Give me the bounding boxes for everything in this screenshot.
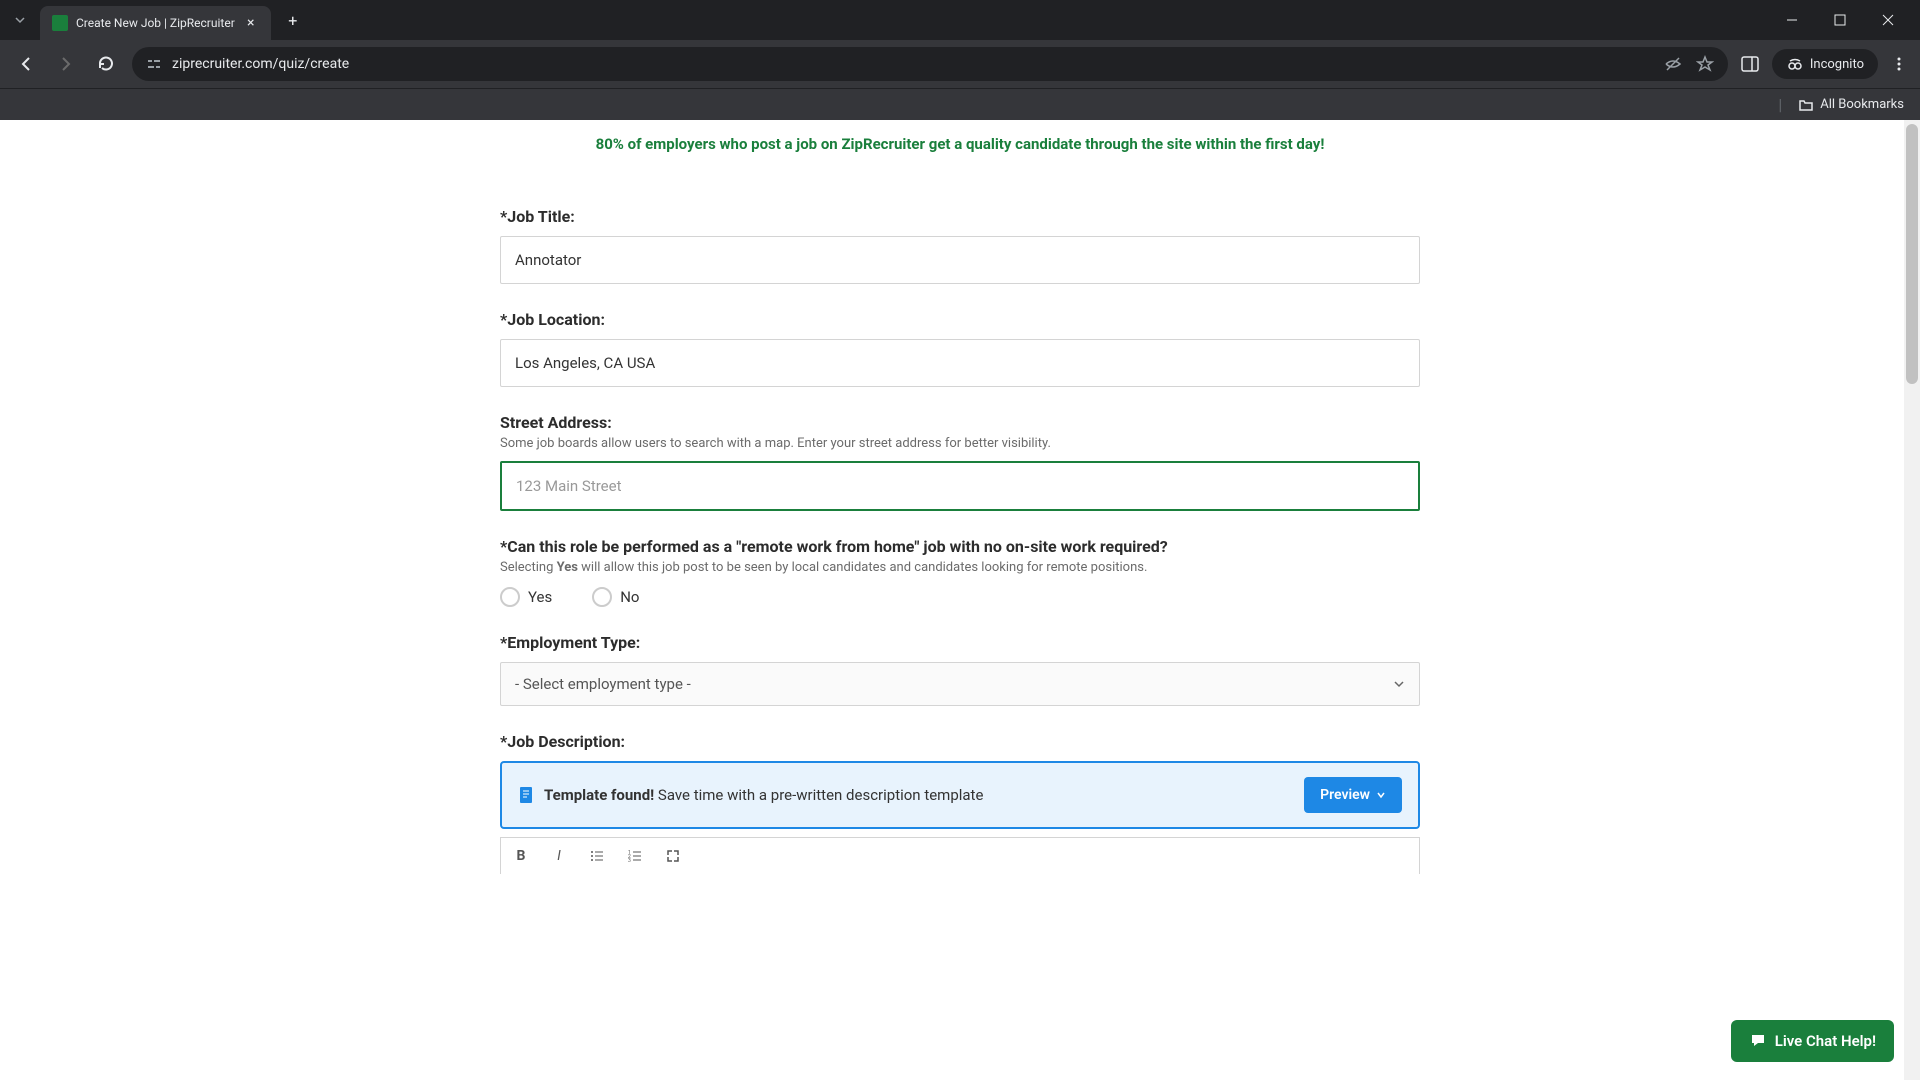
job-title-input[interactable] [500, 236, 1420, 284]
bookmarks-bar: | All Bookmarks [0, 88, 1920, 120]
remote-hint: Selecting Yes will allow this job post t… [500, 560, 1420, 575]
chat-icon [1749, 1032, 1767, 1050]
menu-icon[interactable] [1890, 55, 1908, 73]
chat-widget[interactable]: Live Chat Help! [1731, 1020, 1894, 1062]
tab-dropdown[interactable] [8, 8, 32, 32]
employment-type-select[interactable]: - Select employment type - [500, 662, 1420, 706]
tab-bar: Create New Job | ZipRecruiter × + [0, 0, 1920, 40]
editor-toolbar: B I 123 [500, 837, 1420, 874]
job-location-input[interactable] [500, 339, 1420, 387]
chevron-down-icon [1376, 790, 1386, 800]
minimize-button[interactable] [1780, 8, 1804, 32]
bold-button[interactable]: B [511, 846, 531, 866]
remote-yes-radio[interactable]: Yes [500, 587, 552, 607]
new-tab-button[interactable]: + [279, 6, 307, 34]
incognito-badge[interactable]: Incognito [1772, 49, 1878, 79]
page-content: 80% of employers who post a job on ZipRe… [0, 120, 1920, 1080]
remote-no-radio[interactable]: No [592, 587, 639, 607]
template-banner: Template found! Save time with a pre-wri… [500, 761, 1420, 829]
banner: 80% of employers who post a job on ZipRe… [0, 120, 1920, 167]
radio-icon [500, 587, 520, 607]
street-address-label: Street Address: [500, 413, 1420, 432]
job-location-label: *Job Location: [500, 310, 1420, 329]
job-description-label: *Job Description: [500, 732, 1420, 751]
site-settings-icon[interactable] [146, 56, 162, 72]
incognito-icon [1786, 55, 1804, 73]
remote-label: *Can this role be performed as a "remote… [500, 537, 1420, 556]
italic-button[interactable]: I [549, 846, 569, 866]
tab-favicon [52, 15, 68, 31]
street-address-hint: Some job boards allow users to search wi… [500, 436, 1420, 451]
close-icon[interactable]: × [243, 15, 259, 31]
forward-button[interactable] [52, 50, 80, 78]
preview-button[interactable]: Preview [1304, 777, 1402, 813]
street-address-input[interactable] [500, 461, 1420, 511]
document-icon [518, 785, 534, 805]
tab-title: Create New Job | ZipRecruiter [76, 16, 235, 30]
star-icon[interactable] [1696, 55, 1714, 73]
numbered-list-button[interactable]: 123 [625, 846, 645, 866]
back-button[interactable] [12, 50, 40, 78]
banner-text: 80% of employers who post a job on ZipRe… [596, 135, 1325, 153]
url-text: ziprecruiter.com/quiz/create [172, 56, 1654, 72]
template-text: Template found! Save time with a pre-wri… [544, 786, 1294, 804]
chevron-down-icon [1393, 678, 1405, 690]
side-panel-icon[interactable] [1740, 54, 1760, 74]
expand-button[interactable] [663, 846, 683, 866]
browser-toolbar: ziprecruiter.com/quiz/create Incognito [0, 40, 1920, 88]
maximize-button[interactable] [1828, 8, 1852, 32]
svg-text:3: 3 [628, 858, 631, 863]
eye-off-icon[interactable] [1664, 55, 1682, 73]
scrollbar[interactable] [1904, 120, 1920, 1080]
close-window-button[interactable] [1876, 8, 1900, 32]
address-bar[interactable]: ziprecruiter.com/quiz/create [132, 47, 1728, 81]
folder-icon [1798, 97, 1814, 113]
job-title-label: *Job Title: [500, 207, 1420, 226]
radio-icon [592, 587, 612, 607]
bullet-list-button[interactable] [587, 846, 607, 866]
browser-tab[interactable]: Create New Job | ZipRecruiter × [40, 6, 271, 40]
all-bookmarks-button[interactable]: All Bookmarks [1798, 97, 1904, 113]
employment-type-label: *Employment Type: [500, 633, 1420, 652]
reload-button[interactable] [92, 50, 120, 78]
scrollbar-thumb[interactable] [1906, 124, 1918, 384]
